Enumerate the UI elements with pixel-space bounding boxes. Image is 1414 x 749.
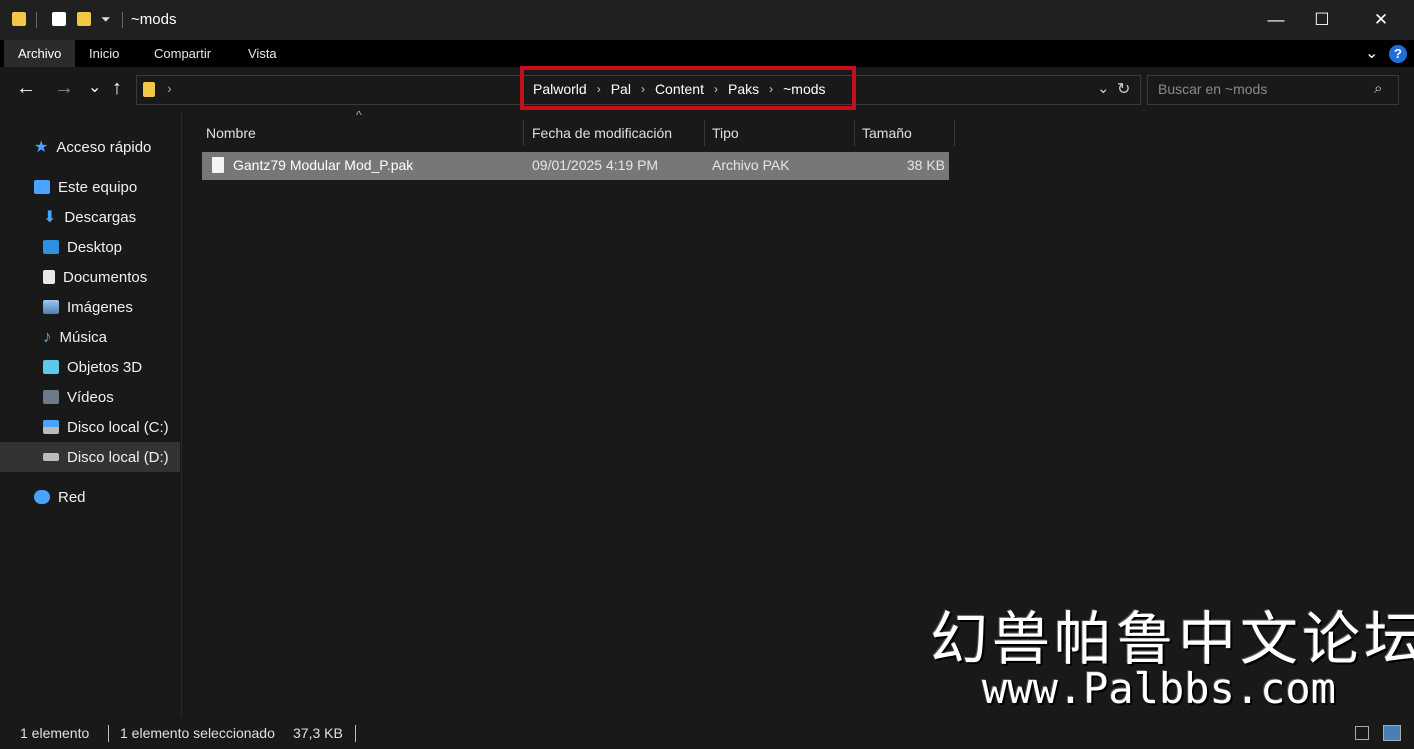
up-button[interactable]: ↑ bbox=[112, 77, 122, 100]
address-chevron-icon[interactable]: › bbox=[167, 80, 172, 96]
sidebar-item-label: Imágenes bbox=[67, 298, 133, 316]
search-box[interactable]: Buscar en ~mods ⌕ bbox=[1147, 75, 1399, 105]
minimize-button[interactable]: — bbox=[1253, 0, 1299, 40]
sidebar-item-label: Vídeos bbox=[67, 388, 114, 406]
file-name: Gantz79 Modular Mod_P.pak bbox=[233, 157, 414, 173]
refresh-icon[interactable]: ↻ bbox=[1117, 79, 1130, 99]
sidebar-item-label: Disco local (C:) bbox=[67, 418, 169, 436]
column-header-nombre[interactable]: Nombre bbox=[199, 120, 524, 146]
column-header-fecha[interactable]: Fecha de modificación bbox=[525, 120, 705, 146]
ribbon-tabs: Archivo Inicio Compartir Vista ⌄ ? bbox=[0, 40, 1414, 67]
sidebar-item-red[interactable]: Red bbox=[0, 482, 180, 512]
sidebar-item-descargas[interactable]: ⬇ Descargas bbox=[0, 202, 180, 232]
file-type: Archivo PAK bbox=[712, 157, 790, 173]
sidebar-item-desktop[interactable]: Desktop bbox=[0, 232, 180, 262]
title-separator-2 bbox=[122, 12, 123, 28]
new-folder-icon[interactable] bbox=[77, 12, 91, 26]
pictures-icon bbox=[43, 300, 59, 314]
recent-locations-button[interactable]: ⌄ bbox=[88, 77, 101, 97]
properties-icon[interactable] bbox=[52, 12, 66, 26]
drive-d-icon bbox=[43, 453, 59, 461]
sidebar-item-disco-d[interactable]: Disco local (D:) bbox=[0, 442, 180, 472]
download-icon: ⬇ bbox=[43, 209, 57, 226]
sidebar-item-videos[interactable]: Vídeos bbox=[0, 382, 180, 412]
status-selected: 1 elemento seleccionado bbox=[120, 725, 275, 741]
status-size: 37,3 KB bbox=[293, 725, 343, 741]
title-bar: ⏷ ~mods — ☐ ✕ bbox=[0, 0, 1414, 40]
file-icon bbox=[212, 157, 224, 173]
title-separator bbox=[36, 12, 37, 28]
file-size: 38 KB bbox=[906, 157, 945, 173]
table-row[interactable]: Gantz79 Modular Mod_P.pak 09/01/2025 4:1… bbox=[202, 152, 949, 180]
search-icon: ⌕ bbox=[1374, 80, 1383, 97]
sidebar-item-label: Música bbox=[59, 328, 108, 346]
documents-icon bbox=[43, 270, 55, 284]
sidebar-item-disco-c[interactable]: Disco local (C:) bbox=[0, 412, 180, 442]
sidebar-item-quick-access[interactable]: ★ Acceso rápido bbox=[0, 132, 180, 162]
file-modified: 09/01/2025 4:19 PM bbox=[532, 157, 659, 173]
address-folder-icon bbox=[143, 82, 155, 97]
cube-icon bbox=[43, 360, 59, 374]
sidebar-item-label: Objetos 3D bbox=[67, 358, 143, 376]
sidebar-item-label: Documentos bbox=[63, 268, 148, 286]
sidebar-item-imagenes[interactable]: Imágenes bbox=[0, 292, 180, 322]
expand-ribbon-icon[interactable]: ⌄ bbox=[1365, 43, 1378, 63]
status-separator bbox=[355, 725, 356, 742]
sidebar-item-label: Desktop bbox=[67, 238, 123, 256]
highlight-box bbox=[520, 66, 856, 110]
back-button[interactable]: ← bbox=[16, 77, 36, 100]
tab-inicio[interactable]: Inicio bbox=[75, 40, 133, 67]
help-button[interactable]: ? bbox=[1389, 45, 1407, 63]
tab-compartir[interactable]: Compartir bbox=[140, 40, 225, 67]
sidebar-item-musica[interactable]: ♪ Música bbox=[0, 322, 180, 352]
customize-toolbar-icon[interactable]: ⏷ bbox=[101, 12, 111, 27]
desktop-icon bbox=[43, 240, 59, 254]
address-dropdown-icon[interactable]: ⌄ bbox=[1097, 79, 1110, 97]
column-header-tamano[interactable]: Tamaño bbox=[855, 120, 955, 146]
music-icon: ♪ bbox=[43, 327, 52, 346]
folder-icon bbox=[12, 12, 26, 26]
close-button[interactable]: ✕ bbox=[1358, 0, 1404, 40]
watermark-url: www.Palbbs.com bbox=[982, 664, 1337, 713]
maximize-button[interactable]: ☐ bbox=[1299, 0, 1345, 40]
sidebar-item-label: Disco local (D:) bbox=[67, 448, 169, 466]
navigation-pane: ★ Acceso rápido Este equipo ⬇ Descargas … bbox=[0, 112, 182, 717]
computer-icon bbox=[34, 180, 50, 194]
tab-archivo[interactable]: Archivo bbox=[4, 40, 76, 67]
large-icons-view-icon[interactable] bbox=[1383, 725, 1401, 741]
sidebar-item-label: Este equipo bbox=[58, 178, 138, 196]
star-icon: ★ bbox=[34, 139, 49, 156]
sidebar-item-documentos[interactable]: Documentos bbox=[0, 262, 180, 292]
search-input[interactable]: Buscar en ~mods bbox=[1158, 81, 1267, 97]
drive-c-icon bbox=[43, 420, 59, 434]
details-view-icon[interactable] bbox=[1355, 726, 1369, 740]
sidebar-item-this-pc[interactable]: Este equipo bbox=[0, 172, 180, 202]
status-bar: 1 elemento 1 elemento seleccionado 37,3 … bbox=[0, 717, 1414, 749]
status-separator bbox=[108, 725, 109, 742]
sidebar-item-label: Acceso rápido bbox=[56, 138, 152, 156]
window-title: ~mods bbox=[131, 11, 177, 28]
sidebar-item-objetos-3d[interactable]: Objetos 3D bbox=[0, 352, 180, 382]
status-item-count: 1 elemento bbox=[20, 725, 90, 741]
network-icon bbox=[34, 490, 50, 504]
column-header-tipo[interactable]: Tipo bbox=[705, 120, 855, 146]
sidebar-item-label: Red bbox=[58, 488, 86, 506]
forward-button[interactable]: → bbox=[54, 77, 74, 100]
sidebar-item-label: Descargas bbox=[64, 208, 137, 226]
video-icon bbox=[43, 390, 59, 404]
tab-vista[interactable]: Vista bbox=[234, 40, 291, 67]
